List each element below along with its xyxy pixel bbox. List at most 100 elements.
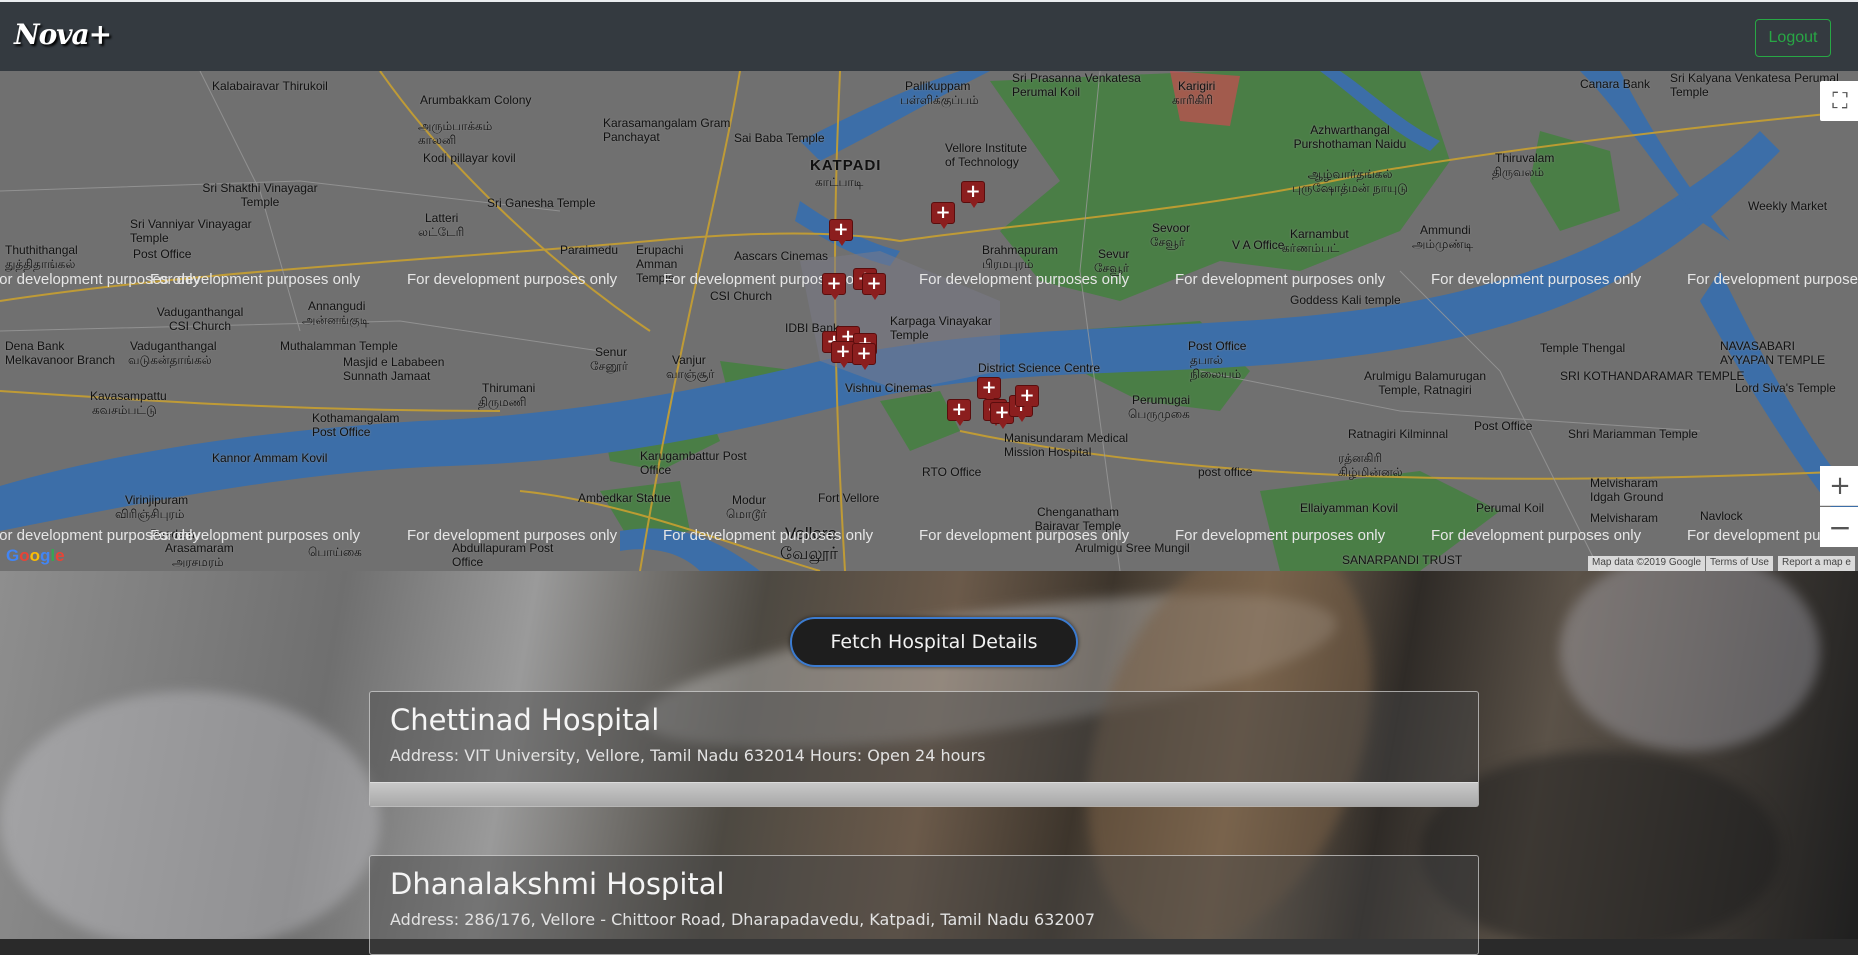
map-label: V A Office bbox=[1232, 238, 1285, 252]
map-label: Canara Bank bbox=[1580, 77, 1651, 91]
navbar: Nova+ Logout bbox=[0, 0, 1858, 71]
map-label: Modur bbox=[732, 493, 767, 507]
hospital-marker-icon[interactable]: + bbox=[862, 273, 886, 300]
map-label: Ammundi bbox=[1420, 223, 1471, 237]
map-label: Sevur bbox=[1098, 247, 1130, 261]
map-label: Masjid e Lababeen Sunnath Jamaat bbox=[343, 355, 445, 383]
dev-watermark: For development purposes only bbox=[150, 527, 361, 544]
map-label: Sai Baba Temple bbox=[734, 131, 825, 145]
map-label: Ellaiyamman Kovil bbox=[1300, 501, 1399, 515]
map-label: Manisundaram Medical Mission Hospital bbox=[1004, 431, 1129, 459]
map-label: திருவலம் bbox=[1492, 165, 1545, 179]
hospital-address: Address: VIT University, Vellore, Tamil … bbox=[390, 746, 986, 765]
map-label: காட்பாடி bbox=[815, 175, 864, 189]
dev-watermark: For development purposes only bbox=[150, 271, 361, 288]
map-label: Aascars Cinemas bbox=[734, 249, 829, 263]
map-label: Weekly Market bbox=[1748, 199, 1828, 213]
map-label: Post Office bbox=[133, 247, 192, 261]
map-label: Ratnagiri Kilminnal bbox=[1348, 427, 1449, 441]
map-label: Muthalamman Temple bbox=[280, 339, 398, 353]
fetch-hospital-details-button[interactable]: Fetch Hospital Details bbox=[790, 617, 1078, 667]
map-label: Pallikuppam bbox=[905, 79, 971, 93]
map-label: Karnambut bbox=[1290, 227, 1349, 241]
logout-button[interactable]: Logout bbox=[1755, 19, 1831, 57]
fullscreen-icon[interactable]: ⛶ bbox=[1820, 81, 1858, 121]
map-label: Vaduganthangal bbox=[130, 339, 217, 353]
map-label: சேனூர் bbox=[590, 359, 628, 373]
map-view[interactable]: Kalabairavar Thirukoil Arumbakkam Colony… bbox=[0, 71, 1858, 571]
map-label: Virinjipuram bbox=[125, 493, 189, 507]
map-label: Karasamangalam Gram Panchayat bbox=[603, 116, 731, 144]
map-label: Sri Ganesha Temple bbox=[487, 196, 596, 210]
map-label: பள்ளிக்குப்பம் bbox=[900, 93, 979, 107]
map-label: சேவூர் bbox=[1150, 235, 1185, 249]
map-label: Latteri bbox=[425, 211, 459, 225]
map-label: KATPADI bbox=[810, 157, 882, 174]
map-label: Azhwarthangal Purshothaman Naidu bbox=[1293, 123, 1407, 151]
map-label: Sri Shakthi Vinayagar Temple bbox=[202, 181, 318, 209]
map-label: கவசம்பட்டு bbox=[92, 403, 157, 417]
map-label: Karigiri bbox=[1178, 79, 1216, 93]
google-logo[interactable]: Google bbox=[6, 546, 65, 566]
dev-watermark: For development purposes only bbox=[1175, 527, 1386, 544]
map-label: Vanjur bbox=[672, 353, 706, 367]
map-label: லட்டேரி bbox=[418, 225, 465, 239]
hospital-marker-icon[interactable]: + bbox=[947, 399, 971, 426]
map-label: post office bbox=[1198, 465, 1253, 479]
terms-of-use-link[interactable]: Terms of Use bbox=[1706, 556, 1773, 571]
map-label: Annangudi bbox=[308, 299, 366, 313]
hospital-marker-icon[interactable]: + bbox=[1015, 385, 1039, 412]
zoom-out-icon[interactable]: − bbox=[1820, 507, 1858, 547]
hospital-marker-icon[interactable]: + bbox=[829, 219, 853, 246]
dev-watermark: For development purposes only bbox=[407, 527, 618, 544]
map-label: வேலூர் bbox=[780, 544, 839, 563]
map-label: SRI KOTHANDARAMAR TEMPLE bbox=[1560, 369, 1745, 383]
dev-watermark: For development purposes only bbox=[663, 527, 874, 544]
hospital-marker-icon[interactable]: + bbox=[977, 377, 1001, 404]
map-label: Thiruvalam bbox=[1495, 151, 1555, 165]
map-label: Sevoor bbox=[1152, 221, 1191, 235]
hospital-card-footer bbox=[370, 782, 1478, 806]
map-label: அரசமரம் bbox=[172, 555, 224, 569]
map-label: Melvisharam bbox=[1590, 511, 1659, 525]
report-map-error-link[interactable]: Report a map e bbox=[1778, 556, 1855, 571]
hospital-marker-icon[interactable]: + bbox=[961, 181, 985, 208]
map-label: Karpaga Vinayakar Temple bbox=[890, 314, 992, 342]
hospital-address: Address: 286/176, Vellore - Chittoor Roa… bbox=[390, 910, 1096, 929]
map-label: Kannor Ammam Kovil bbox=[212, 451, 328, 465]
map-label: Post Office bbox=[1188, 339, 1247, 353]
map-label: வாஞ்சூர் bbox=[666, 367, 715, 381]
brand-logo[interactable]: Nova+ bbox=[14, 18, 112, 51]
map-label: Kodi pillayar kovil bbox=[423, 151, 516, 165]
map-label: விரிஞ்சிபுரம் bbox=[115, 507, 185, 521]
map-label: தபால் நிலையம் bbox=[1190, 353, 1242, 381]
map-label: Perumugai bbox=[1132, 393, 1191, 407]
map-label: அம்முண்டி bbox=[1412, 237, 1474, 251]
map-label: Sri Prasanna Venkatesa Perumal Koil bbox=[1012, 71, 1141, 99]
map-label: பெருமுகை bbox=[1128, 407, 1190, 421]
map-data-attribution: Map data ©2019 Google bbox=[1588, 556, 1706, 571]
hospital-marker-icon[interactable]: + bbox=[931, 202, 955, 229]
map-label: பொய்கை bbox=[308, 545, 362, 559]
dev-watermark: For development purposes only bbox=[919, 271, 1130, 288]
map-label: RTO Office bbox=[922, 465, 982, 479]
hospital-card[interactable]: Dhanalakshmi Hospital Address: 286/176, … bbox=[369, 855, 1479, 955]
hospital-name: Chettinad Hospital bbox=[390, 703, 660, 737]
hospital-card[interactable]: Chettinad Hospital Address: VIT Universi… bbox=[369, 691, 1479, 807]
map-label: ரத்னகிரி கிழ்மின்னல் bbox=[1338, 451, 1403, 479]
map-label: Brahmapuram bbox=[982, 243, 1059, 257]
hospital-marker-icon[interactable]: + bbox=[852, 343, 876, 370]
hospital-marker-icon[interactable]: + bbox=[822, 273, 846, 300]
map-label: Kavasampattu bbox=[90, 389, 167, 403]
dev-watermark: For development purposes only bbox=[1431, 271, 1642, 288]
dev-watermark: For development purposes only bbox=[919, 527, 1130, 544]
dev-watermark: For development purposes only bbox=[1431, 527, 1642, 544]
map-label: Paraimedu bbox=[560, 243, 619, 257]
map-label: Lord Siva's Temple bbox=[1735, 381, 1836, 395]
zoom-in-icon[interactable]: + bbox=[1820, 466, 1858, 506]
map-label: Post Office bbox=[1474, 419, 1533, 433]
dev-watermark: For development purposes only bbox=[1175, 271, 1386, 288]
map-label: ஆழ்வார்தங்கல் புருஷோத்மன் நாயுடு bbox=[1292, 167, 1408, 195]
hospital-card-header: Chettinad Hospital Address: VIT Universi… bbox=[370, 692, 1478, 782]
map-label: Arulmigu Balamurugan Temple, Ratnagiri bbox=[1363, 369, 1487, 397]
